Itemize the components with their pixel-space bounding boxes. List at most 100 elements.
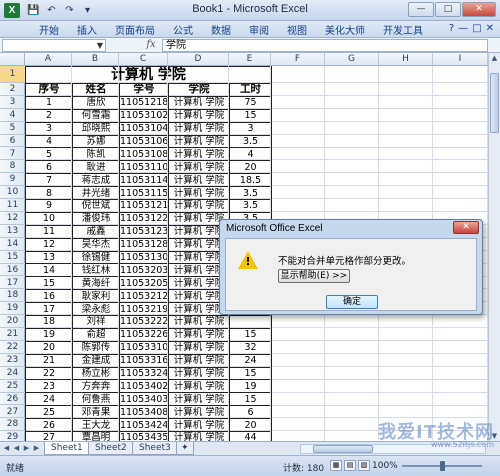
column-header-e[interactable]: E — [229, 53, 271, 66]
cell-hours[interactable] — [228, 315, 273, 329]
row-header-29[interactable]: 29 — [0, 431, 25, 441]
cell-name[interactable]: 钱红林 — [72, 263, 120, 278]
cell-name[interactable]: 耿家利 — [72, 289, 120, 304]
row-header-19[interactable]: 19 — [0, 302, 25, 316]
cell-seq[interactable]: 6 — [25, 160, 73, 175]
cell-student-id[interactable]: 11053310 — [119, 340, 169, 355]
row-header-27[interactable]: 27 — [0, 406, 25, 419]
sheet-tab-sheet1[interactable]: Sheet1 — [44, 442, 90, 455]
tab-review[interactable]: 审阅 — [240, 22, 278, 37]
cell-name[interactable]: 方奔奔 — [72, 379, 120, 394]
cell-name[interactable]: 徐锡健 — [72, 250, 120, 265]
cell-name[interactable]: 梁永彪 — [72, 302, 120, 317]
cell-student-id[interactable]: 11053203 — [119, 263, 169, 278]
cell-hours[interactable]: 3 — [228, 121, 273, 136]
column-header-h[interactable]: H — [379, 53, 433, 66]
cell-seq[interactable]: 14 — [25, 263, 73, 278]
cell-seq[interactable]: 9 — [25, 199, 73, 213]
cell-name[interactable]: 苏娜 — [72, 134, 120, 149]
cell-college[interactable]: 计算机 学院 — [168, 147, 230, 162]
cell-seq[interactable]: 20 — [25, 340, 73, 355]
cell-name[interactable]: 邱晓熙 — [72, 121, 120, 136]
ribbon-minimize-icon[interactable]: — — [458, 23, 468, 34]
column-header-i[interactable]: I — [433, 53, 488, 66]
cell-hours[interactable]: 6 — [228, 405, 273, 420]
zoom-slider-knob[interactable] — [440, 461, 445, 471]
cell-hours[interactable]: 15 — [228, 392, 273, 407]
insert-sheet-icon[interactable]: ✦ — [176, 442, 194, 455]
sheet-tab-sheet2[interactable]: Sheet2 — [88, 442, 134, 455]
row-header-28[interactable]: 28 — [0, 418, 25, 432]
cell-name[interactable]: 何鲁燕 — [72, 392, 120, 407]
cell-seq[interactable]: 10 — [25, 211, 73, 226]
cell-hours[interactable]: 75 — [228, 95, 273, 110]
cell-seq[interactable]: 19 — [25, 327, 73, 342]
cell-seq[interactable]: 3 — [25, 121, 73, 136]
cell-college[interactable]: 计算机 学院 — [168, 315, 230, 329]
cell-name[interactable]: 井光绪 — [72, 186, 120, 201]
row-header-11[interactable]: 11 — [0, 199, 25, 212]
cell-name[interactable]: 金建成 — [72, 353, 120, 368]
cell-student-id[interactable]: 11053102 — [119, 108, 169, 123]
sheet-tab-sheet3[interactable]: Sheet3 — [132, 442, 178, 455]
cell-name[interactable]: 杨立彬 — [72, 366, 120, 381]
row-header-21[interactable]: 21 — [0, 328, 25, 341]
row-header-8[interactable]: 8 — [0, 160, 25, 174]
tab-developer[interactable]: 开发工具 — [374, 22, 432, 37]
row-header-9[interactable]: 9 — [0, 173, 25, 187]
table-title[interactable]: 计算机 学院 — [24, 66, 273, 84]
cell-student-id[interactable]: 11053403 — [119, 392, 169, 407]
row-header-25[interactable]: 25 — [0, 380, 25, 393]
cell-student-id[interactable]: 11053130 — [119, 250, 169, 265]
cell-seq[interactable]: 2 — [25, 108, 73, 123]
row-header-2[interactable]: 2 — [0, 83, 25, 96]
cell-student-id[interactable]: 11053121 — [119, 199, 169, 213]
select-all-corner[interactable] — [0, 53, 25, 66]
tab-page-layout[interactable]: 页面布局 — [106, 22, 164, 37]
cell-seq[interactable]: 23 — [25, 379, 73, 394]
row-header-1[interactable]: 1 — [0, 66, 25, 83]
cell-student-id[interactable]: 11053408 — [119, 405, 169, 420]
cell-college[interactable]: 计算机 学院 — [168, 121, 230, 136]
tab-data[interactable]: 数据 — [202, 22, 240, 37]
cell-student-id[interactable]: 11053435 — [119, 431, 169, 441]
dialog-title-bar[interactable]: Microsoft Office Excel ✕ — [220, 220, 482, 237]
row-header-15[interactable]: 15 — [0, 251, 25, 264]
cell-college[interactable]: 计算机 学院 — [168, 418, 230, 433]
row-header-13[interactable]: 13 — [0, 225, 25, 238]
cell-college[interactable]: 计算机 学院 — [168, 186, 230, 201]
formula-input[interactable]: 学院 — [162, 39, 488, 52]
cell-seq[interactable]: 18 — [25, 315, 73, 329]
cell-name[interactable]: 戚鑫 — [72, 224, 120, 239]
cell-seq[interactable]: 1 — [25, 95, 73, 110]
cell-hours[interactable]: 15 — [228, 108, 273, 123]
cell-student-id[interactable]: 11053226 — [119, 327, 169, 342]
cell-seq[interactable]: 17 — [25, 302, 73, 317]
cell-student-id[interactable]: 11053115 — [119, 186, 169, 201]
row-header-20[interactable]: 20 — [0, 315, 25, 329]
header-college[interactable]: 学院 — [168, 83, 230, 97]
cell-student-id[interactable]: 11053212 — [119, 289, 169, 304]
cell-seq[interactable]: 25 — [25, 405, 73, 420]
cell-seq[interactable]: 7 — [25, 173, 73, 188]
minimize-button[interactable]: — — [408, 2, 434, 17]
cell-seq[interactable]: 13 — [25, 250, 73, 265]
row-header-18[interactable]: 18 — [0, 289, 25, 303]
horizontal-scroll-thumb[interactable] — [313, 445, 373, 453]
cell-name[interactable]: 倪世斌 — [72, 199, 120, 213]
cell-student-id[interactable]: 11053106 — [119, 134, 169, 149]
row-header-14[interactable]: 14 — [0, 238, 25, 251]
cell-name[interactable]: 潘俊玮 — [72, 211, 120, 226]
vertical-scroll-thumb[interactable] — [490, 73, 499, 133]
name-box[interactable]: ▼ — [2, 39, 106, 52]
cell-name[interactable]: 陈凯 — [72, 147, 120, 162]
row-header-12[interactable]: 12 — [0, 212, 25, 225]
excel-logo-icon[interactable]: X — [4, 3, 20, 18]
cell-student-id[interactable]: 11053424 — [119, 418, 169, 433]
cell-college[interactable]: 计算机 学院 — [168, 327, 230, 342]
ribbon-close-icon[interactable]: ✕ — [486, 23, 494, 34]
show-help-button[interactable]: 显示帮助(E) >> — [278, 269, 350, 283]
close-button[interactable]: ✕ — [462, 2, 496, 17]
cell-name[interactable]: 耿进 — [72, 160, 120, 175]
cell-student-id[interactable]: 11053122 — [119, 211, 169, 226]
